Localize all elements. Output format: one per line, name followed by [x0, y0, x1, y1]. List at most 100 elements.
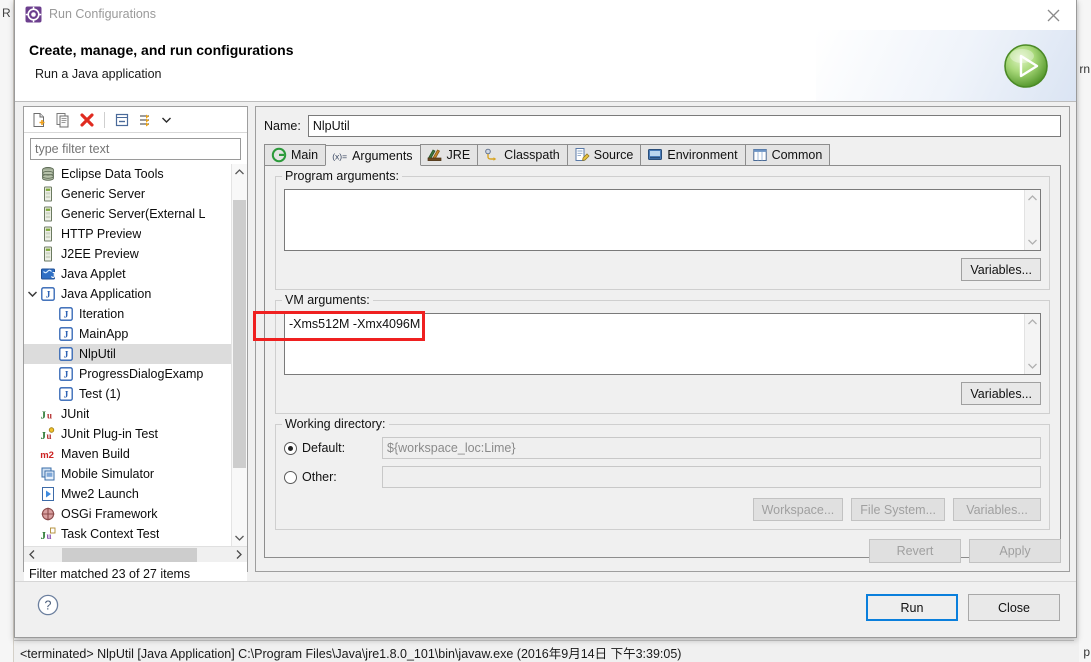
scroll-up-arrow-icon[interactable]	[1025, 314, 1040, 330]
help-question-icon[interactable]: ?	[37, 594, 59, 616]
horizontal-scroll-thumb[interactable]	[62, 548, 197, 562]
filter-launch-configurations-icon[interactable]	[135, 109, 157, 131]
tab-classpath[interactable]: Classpath	[477, 144, 568, 165]
svg-text:(x)=: (x)=	[332, 151, 347, 161]
chevron-down-icon[interactable]	[24, 284, 40, 304]
search-input[interactable]	[30, 138, 241, 160]
osgi-framework-icon	[40, 506, 56, 522]
tree-item-generic-server-external-l[interactable]: Generic Server(External L	[24, 204, 231, 224]
program-arguments-label: Program arguments:	[282, 169, 402, 183]
green-run-play-icon	[1002, 42, 1050, 90]
duplicate-icon[interactable]	[52, 109, 74, 131]
program-arguments-variables-button[interactable]: Variables...	[961, 258, 1041, 281]
mobile-simulator-icon	[40, 466, 56, 482]
tab-environment[interactable]: Environment	[640, 144, 745, 165]
new-launch-configuration-icon[interactable]	[28, 109, 50, 131]
jre-tab-icon	[427, 147, 443, 163]
tab-source[interactable]: Source	[567, 144, 642, 165]
vm-arguments-scrollbar[interactable]	[1024, 314, 1040, 374]
tree-twisty-placeholder	[42, 364, 58, 384]
arguments-tab-icon: (x)=	[332, 148, 348, 164]
working-directory-other-input[interactable]	[382, 466, 1041, 488]
scroll-down-arrow-icon[interactable]	[232, 530, 247, 546]
tree-item-maven-build[interactable]: m2Maven Build	[24, 444, 231, 464]
tree-twisty-placeholder	[42, 384, 58, 404]
collapse-all-icon[interactable]	[111, 109, 133, 131]
revert-button[interactable]: Revert	[869, 539, 961, 563]
tree-horizontal-scrollbar[interactable]	[24, 546, 247, 562]
tree-item-generic-server[interactable]: Generic Server	[24, 184, 231, 204]
tab-common[interactable]: Common	[745, 144, 831, 165]
vm-arguments-variables-button[interactable]: Variables...	[961, 382, 1041, 405]
scroll-up-arrow-icon[interactable]	[232, 164, 247, 180]
eclipse-run-config-icon	[25, 6, 42, 23]
java-application-icon: J	[58, 386, 74, 402]
svg-text:m2: m2	[40, 450, 54, 461]
background-right-letter-bottom: p	[1083, 645, 1090, 659]
tree-item-eclipse-data-tools[interactable]: Eclipse Data Tools	[24, 164, 231, 184]
working-directory-default-input	[382, 437, 1041, 459]
tree-item-java-applet[interactable]: JJava Applet	[24, 264, 231, 284]
program-arguments-input[interactable]	[285, 190, 1024, 250]
tree-item-label: Java Applet	[61, 267, 126, 281]
chevron-down-icon[interactable]	[159, 109, 173, 131]
tree-item-test-1[interactable]: JTest (1)	[24, 384, 231, 404]
workspace-button[interactable]: Workspace...	[753, 498, 844, 521]
tree-item-mwe2-launch[interactable]: Mwe2 Launch	[24, 484, 231, 504]
vm-arguments-input[interactable]: -Xms512M -Xmx4096M	[285, 314, 1024, 374]
page-subtitle: Run a Java application	[35, 67, 161, 81]
working-directory-label: Working directory:	[282, 417, 389, 431]
tree-item-j2ee-preview[interactable]: J2EE Preview	[24, 244, 231, 264]
tree-scrollbar-thumb[interactable]	[233, 200, 246, 468]
configuration-tabs[interactable]: Main(x)=ArgumentsJREClasspathSourceEnvir…	[264, 145, 1061, 166]
tree-twisty-placeholder	[24, 464, 40, 484]
apply-button[interactable]: Apply	[969, 539, 1061, 563]
delete-red-x-icon[interactable]	[76, 109, 98, 131]
tab-jre[interactable]: JRE	[420, 144, 479, 165]
working-directory-variables-button[interactable]: Variables...	[953, 498, 1041, 521]
tree-item-mobile-simulator[interactable]: Mobile Simulator	[24, 464, 231, 484]
tree-item-http-preview[interactable]: HTTP Preview	[24, 224, 231, 244]
tree-item-label: Generic Server	[61, 187, 145, 201]
tree-item-progressdialogexamp[interactable]: JProgressDialogExamp	[24, 364, 231, 384]
configuration-name-input[interactable]	[308, 115, 1061, 137]
tree-item-junit-plug-in-test[interactable]: JuJUnit Plug-in Test	[24, 424, 231, 444]
tree-item-label: Mwe2 Launch	[61, 487, 139, 501]
tab-arguments[interactable]: (x)=Arguments	[325, 145, 420, 166]
launch-configurations-tree[interactable]: Eclipse Data Tools Generic Server Generic …	[24, 164, 231, 546]
junit-icon: Ju	[40, 406, 56, 422]
tree-item-osgi-framework[interactable]: OSGi Framework	[24, 504, 231, 524]
scroll-down-arrow-icon[interactable]	[1025, 358, 1040, 374]
scroll-up-arrow-icon[interactable]	[1025, 190, 1040, 206]
tree-item-label: NlpUtil	[79, 347, 116, 361]
working-directory-default-radio[interactable]	[284, 442, 297, 455]
dialog-header: Create, manage, and run configurations R…	[15, 30, 1076, 102]
tree-item-mainapp[interactable]: JMainApp	[24, 324, 231, 344]
close-button[interactable]: Close	[968, 594, 1060, 621]
program-arguments-scrollbar[interactable]	[1024, 190, 1040, 250]
working-directory-other-radio[interactable]	[284, 471, 297, 484]
scroll-left-arrow-icon[interactable]	[24, 547, 40, 563]
run-button[interactable]: Run	[866, 594, 958, 621]
tree-item-label: JUnit	[61, 407, 89, 421]
horizontal-scroll-track[interactable]	[40, 547, 231, 563]
tree-item-junit[interactable]: Ju JUnit	[24, 404, 231, 424]
revert-apply-row: Revert Apply	[869, 539, 1061, 563]
tree-item-label: Mobile Simulator	[61, 467, 154, 481]
tree-item-label: Java Application	[61, 287, 151, 301]
environment-tab-icon	[647, 147, 663, 163]
tree-item-task-context-test[interactable]: JuTask Context Test	[24, 524, 231, 544]
tree-vertical-scrollbar[interactable]	[231, 164, 247, 546]
file-system-button[interactable]: File System...	[851, 498, 945, 521]
tree-item-java-application[interactable]: JJava Application	[24, 284, 231, 304]
program-arguments-buttons: Variables...	[284, 258, 1041, 281]
scroll-down-arrow-icon[interactable]	[1025, 234, 1040, 250]
tree-twisty-placeholder	[24, 424, 40, 444]
tree-item-iteration[interactable]: JIteration	[24, 304, 231, 324]
close-icon[interactable]	[1030, 0, 1076, 30]
server-icon	[40, 226, 56, 242]
tab-main[interactable]: Main	[264, 144, 326, 165]
tree-item-nlputil[interactable]: JNlpUtil	[24, 344, 231, 364]
run-configurations-dialog: Run Configurations Create, manage, and r…	[14, 0, 1077, 638]
scroll-right-arrow-icon[interactable]	[231, 547, 247, 563]
